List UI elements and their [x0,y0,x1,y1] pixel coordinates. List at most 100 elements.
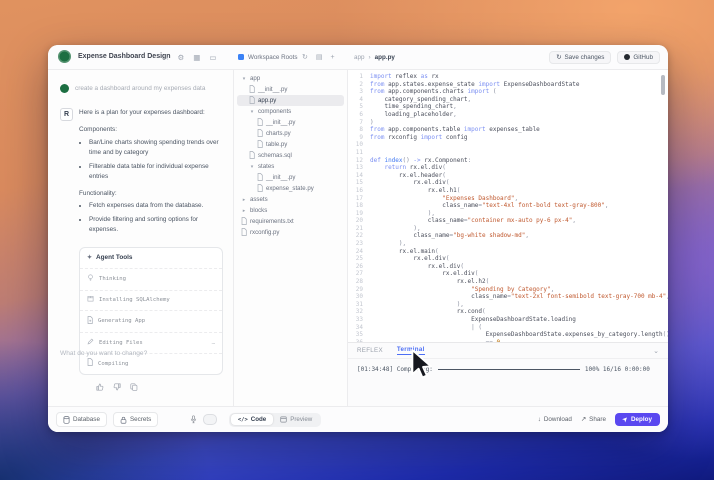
assistant-sections: Components: Bar/Line charts showing spend… [79,125,225,235]
file-icon [241,227,247,238]
line-number: 21 [355,224,363,232]
breadcrumb-file[interactable]: app.py [375,54,395,61]
settings-icon[interactable]: ⚙ [178,53,185,62]
line-number: 24 [355,247,363,255]
share-button[interactable]: ↗ Share [581,416,606,423]
refresh-icon[interactable]: ↻ [302,53,308,61]
tree-item-rxconfig-py[interactable]: rxconfig.py [237,227,344,238]
line-number: 17 [355,194,363,202]
code-line: 1 import reflex as rx [348,73,668,81]
download-button[interactable]: ↓ Download [538,416,572,423]
app-window: Expense Dashboard Design ‹ ⚙ ▦ ▭ Workspa… [48,45,668,432]
new-folder-icon[interactable]: ▤ [316,53,323,61]
breadcrumb-separator: › [368,53,371,61]
editor-panel: 1 import reflex as rx 2 from app.states.exp… [348,70,668,406]
tree-item-blocks[interactable]: ▸ blocks [237,205,344,216]
rocket-icon: ➤ [621,415,630,424]
code-line: 15 rx.el.div( [348,179,668,187]
line-number: 2 [359,80,363,88]
line-number: 18 [355,202,363,210]
section-heading: Components: [79,125,118,133]
chat-input[interactable] [60,350,227,402]
chevron-down-icon[interactable]: ⌄ [653,347,659,355]
database-icon [63,415,70,424]
line-number: 31 [355,300,363,308]
code-line: 10 [348,141,668,149]
agent-tools-header[interactable]: ✦ Agent Tools [80,248,222,268]
file-icon [249,150,255,161]
save-changes-button[interactable]: ↻ Save changes [549,50,612,64]
mouse-cursor [409,349,435,384]
tree-item-assets[interactable]: ▸ assets [237,194,344,205]
github-button[interactable]: GitHub [617,50,660,64]
secrets-button[interactable]: Secrets [112,412,159,427]
editor-scrollbar[interactable] [661,75,665,95]
line-number: 28 [355,278,363,286]
tree-item-schemas-sql[interactable]: schemas.sql [237,150,344,161]
line-number: 8 [359,126,363,134]
tree-item-app-py[interactable]: app.py [237,95,344,106]
line-number: 14 [355,171,363,179]
lock-icon [120,416,127,424]
breadcrumb-root[interactable]: app [354,54,365,61]
line-number: 9 [359,133,363,141]
user-avatar [60,84,69,93]
tab-preview[interactable]: Preview [273,414,319,425]
tree-item--init-py[interactable]: __init__.py [237,117,344,128]
lightbulb-icon [87,274,94,286]
file-tree-panel: ▾ app __init__.py app.py ▾ components __init__… [234,70,348,406]
line-number: 22 [355,232,363,240]
github-icon [624,54,631,60]
tree-item-expense-state-py[interactable]: expense_state.py [237,183,344,194]
code-line: 20 class_name="container mx-auto py-6 px… [348,217,668,225]
assistant-intro: Here is a plan for your expenses dashboa… [79,109,205,116]
line-number: 19 [355,209,363,217]
line-number: 30 [355,293,363,301]
agent-tool-row: Installing SQLAlchemy [80,289,222,311]
code-line: 24 rx.el.main( [348,248,668,256]
new-file-icon[interactable]: + [331,54,335,61]
code-line: 31 ), [348,301,668,309]
line-number: 4 [359,95,363,103]
line-number: 13 [355,164,363,172]
app-logo-icon [58,50,71,63]
tree-item-charts-py[interactable]: charts.py [237,128,344,139]
line-number: 20 [355,217,363,225]
plan-bullet: Filterable data table for individual exp… [89,162,225,182]
terminal-log-suffix: 100% 16/16 0:00:00 [584,366,650,373]
code-line: 27 rx.el.div( [348,270,668,278]
code-line: 8 from app.components.table import expens… [348,126,668,134]
pencil-icon [87,338,94,349]
collapse-icon[interactable]: ‹ [166,53,169,62]
tree-item-requirements-txt[interactable]: requirements.txt [237,216,344,227]
chevron-down-icon: ▾ [250,108,254,115]
workspace-icon [238,54,244,60]
tree-item--init-py[interactable]: __init__.py [237,84,344,95]
terminal-output: [01:34:48] Compiling: 100% 16/16 0:00:00 [348,359,668,380]
code-line: 2 from app.states.expense_state import Ex… [348,81,668,89]
code-editor[interactable]: 1 import reflex as rx 2 from app.states.exp… [348,70,668,343]
tree-item--init-py[interactable]: __init__.py [237,172,344,183]
code-line: 22 class_name="bg-white shadow-md", [348,232,668,240]
tree-item-table-py[interactable]: table.py [237,139,344,150]
code-line: 7) [348,119,668,127]
code-line: 9 from rxconfig import config [348,134,668,142]
database-button[interactable]: Database [56,412,107,427]
microphone-icon[interactable] [190,411,197,429]
file-icon [249,84,255,95]
layout-icon[interactable]: ▦ [193,53,200,62]
file-icon [257,172,263,183]
code-line: 5 time_spending_chart, [348,103,668,111]
tab-reflex[interactable]: REFLEX [357,347,383,354]
refresh-icon: ↻ [556,53,562,61]
tab-code[interactable]: </> Code [230,414,274,425]
line-number: 5 [359,103,363,111]
code-line: 25 rx.el.div( [348,255,668,263]
deploy-button[interactable]: ➤ Deploy [614,413,660,426]
tree-item-components[interactable]: ▾ components [237,106,344,117]
code-line: 30 class_name="text-2xl font-semibold te… [348,293,668,301]
chat-icon[interactable]: ▭ [209,53,216,62]
tree-item-app[interactable]: ▾ app [237,73,344,84]
tree-item-states[interactable]: ▾ states [237,161,344,172]
desktop-wallpaper: Expense Dashboard Design ‹ ⚙ ▦ ▭ Workspa… [0,0,714,480]
